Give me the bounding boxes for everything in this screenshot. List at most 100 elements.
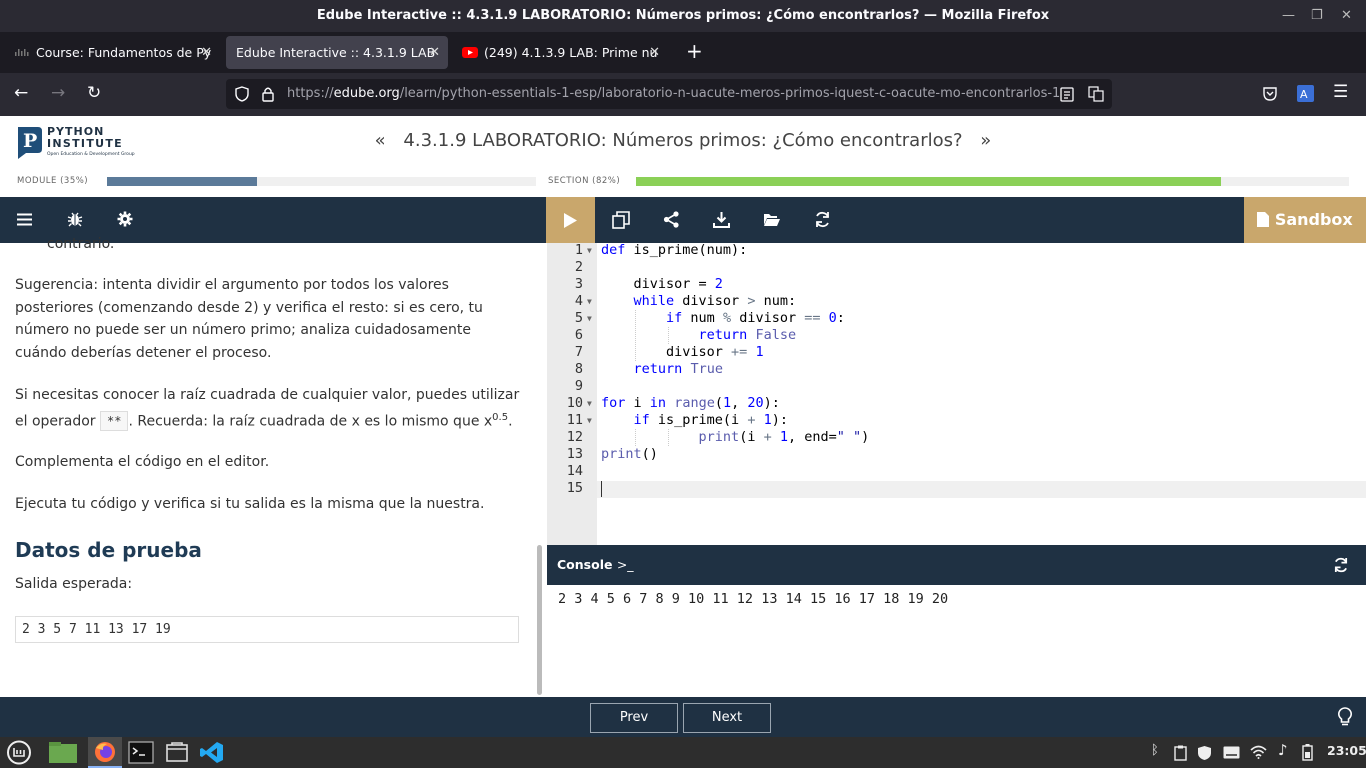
refresh-icon[interactable] (814, 211, 831, 228)
gear-icon[interactable] (117, 211, 133, 227)
fold-arrow-icon[interactable]: ▼ (587, 242, 592, 259)
wifi-icon[interactable] (1250, 745, 1267, 759)
shield-icon[interactable] (234, 86, 250, 102)
tab-youtube[interactable]: (249) 4.1.3.9 LAB: Prime nu ✕ (452, 36, 668, 69)
next-button[interactable]: Next (683, 703, 771, 733)
fold-arrow-icon[interactable]: ▼ (587, 412, 592, 429)
tab-edube[interactable]: Edube Interactive :: 4.3.1.9 LAB ✕ (226, 36, 448, 69)
code-line[interactable]: print(i + 1, end=" ") (601, 429, 870, 446)
url-bar[interactable]: https://edube.org/learn/python-essential… (226, 79, 1112, 109)
hamburger-menu-icon[interactable] (17, 213, 32, 226)
fold-arrow-icon[interactable]: ▼ (587, 310, 592, 327)
sandbox-button[interactable]: Sandbox (1244, 197, 1366, 243)
line-number: 11 (566, 412, 583, 428)
line-number: 5 (574, 310, 583, 326)
back-arrow-icon[interactable]: ← (14, 83, 28, 103)
open-folder-icon[interactable] (763, 212, 781, 227)
menu-icon[interactable]: ☰ (1333, 82, 1348, 102)
section-progress-fill (636, 177, 1221, 186)
share-icon[interactable] (663, 211, 680, 228)
sound-icon[interactable]: ♪ (1278, 741, 1288, 759)
forward-arrow-icon[interactable]: → (51, 83, 65, 103)
line-number: 12 (566, 429, 583, 445)
code-line[interactable]: if num % divisor == 0: (601, 310, 845, 327)
battery-icon[interactable] (1302, 744, 1313, 761)
prev-button[interactable]: Prev (590, 703, 678, 733)
tab-strip: Course: Fundamentos de Py ✕ Edube Intera… (0, 32, 1366, 73)
mint-menu-icon[interactable] (6, 740, 32, 765)
files-folder-icon[interactable] (48, 740, 78, 765)
code-line[interactable]: while divisor > num: (601, 293, 797, 310)
keyboard-icon[interactable] (1223, 746, 1240, 759)
line-number: 2 (574, 259, 583, 275)
clock: 23:05 (1327, 743, 1366, 758)
code-line[interactable]: for i in range(1, 20): (601, 395, 780, 412)
bug-icon[interactable] (67, 211, 83, 227)
next-lesson-link[interactable]: » (968, 130, 991, 151)
console-header: Console >_ (547, 545, 1366, 585)
reader-view-icon[interactable] (1060, 87, 1074, 102)
content-scrollbar[interactable] (537, 545, 542, 695)
bluetooth-icon[interactable]: ᛒ (1151, 743, 1159, 758)
youtube-icon (462, 47, 478, 58)
code-line[interactable]: return False (601, 327, 797, 344)
editor-toolbar: Sandbox (546, 197, 1366, 243)
svg-text:A: A (1300, 88, 1308, 101)
line-number: 7 (574, 344, 583, 360)
line-number: 1 (574, 242, 583, 258)
minimize-icon[interactable]: — (1282, 0, 1295, 31)
tab-course[interactable]: Course: Fundamentos de Py ✕ (4, 36, 220, 69)
code-line[interactable]: return True (601, 361, 723, 378)
close-tab-icon[interactable]: ✕ (429, 36, 440, 69)
fold-arrow-icon[interactable]: ▼ (587, 395, 592, 412)
file-manager-icon[interactable] (164, 740, 190, 765)
maximize-icon[interactable]: ❐ (1311, 0, 1323, 31)
security-shield-icon[interactable] (1197, 745, 1212, 761)
inline-code-operator: ** (100, 411, 129, 432)
run-paragraph: Ejecuta tu código y verifica si tu salid… (15, 496, 485, 512)
new-tab-icon[interactable]: + (686, 39, 703, 63)
pocket-icon[interactable] (1262, 86, 1278, 102)
module-progress-bar (107, 177, 536, 186)
code-line[interactable]: print() (601, 446, 658, 463)
close-tab-icon[interactable]: ✕ (649, 36, 660, 69)
clipboard-icon[interactable] (1174, 745, 1187, 761)
firefox-taskbar-button[interactable] (88, 737, 122, 768)
console-prompt: >_ (616, 557, 634, 572)
prev-lesson-link[interactable]: « (375, 130, 398, 151)
code-editor[interactable]: 1 2 3 4 5 6 7 8 9 10 11 12 13 14 15 ▼ ▼ … (547, 242, 1366, 545)
console-refresh-icon[interactable] (1333, 557, 1349, 573)
code-line[interactable]: divisor = 2 (601, 276, 723, 293)
reload-icon[interactable]: ↻ (87, 83, 101, 103)
code-line[interactable]: divisor += 1 (601, 344, 764, 361)
terminal-icon[interactable] (128, 740, 154, 765)
tab-label: Edube Interactive :: 4.3.1.9 LAB (236, 45, 436, 60)
line-number: 8 (574, 361, 583, 377)
run-button[interactable] (546, 197, 595, 243)
code-line[interactable]: if is_prime(i + 1): (601, 412, 789, 429)
logo-tagline: Open Education & Development Group (47, 152, 135, 157)
firefox-icon (95, 742, 115, 762)
tab-label: (249) 4.1.3.9 LAB: Prime nu (484, 45, 658, 60)
copy-icon[interactable] (612, 211, 630, 229)
hint-paragraph: Sugerencia: intenta dividir el argumento… (15, 277, 483, 361)
close-tab-icon[interactable]: ✕ (201, 36, 212, 69)
tab-label: Course: Fundamentos de Py (36, 45, 212, 60)
bottom-navigation: Prev Next (0, 697, 1366, 737)
lesson-title: 4.3.1.9 LABORATORIO: Números primos: ¿Có… (403, 130, 963, 151)
vscode-icon[interactable] (199, 740, 225, 765)
line-number: 4 (574, 293, 583, 309)
lightbulb-icon[interactable] (1338, 707, 1352, 727)
close-window-icon[interactable]: ✕ (1341, 0, 1352, 31)
fold-arrow-icon[interactable]: ▼ (587, 293, 592, 310)
download-icon[interactable] (713, 211, 730, 228)
exponent: 0.5 (492, 411, 509, 423)
code-line[interactable]: def is_prime(num): (601, 242, 747, 259)
translate-icon[interactable] (1088, 86, 1104, 102)
navigation-toolbar: ← → ↻ https://edube.org/learn/python-ess… (0, 73, 1366, 116)
url-scheme: https:// (287, 86, 334, 101)
page-header: P PYTHON INSTITUTE Open Education & Deve… (0, 116, 1366, 197)
translate-extension-icon[interactable]: A (1297, 85, 1314, 102)
lock-icon[interactable] (261, 86, 275, 102)
expected-output-box: 2 3 5 7 11 13 17 19 (15, 616, 519, 643)
